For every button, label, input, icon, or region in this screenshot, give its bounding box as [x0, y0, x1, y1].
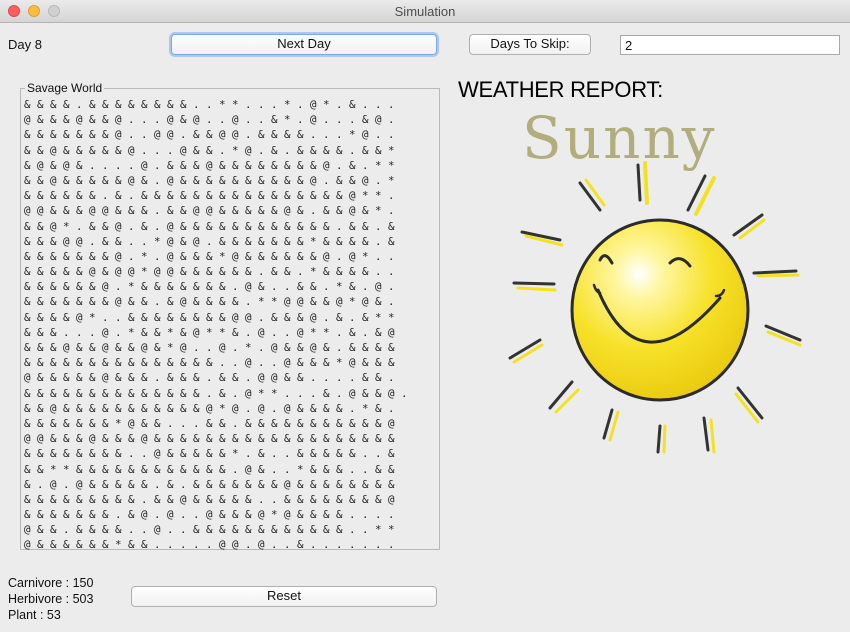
world-grid-row: & & & . . . @ . * & & * & @ * * & . @ . …: [24, 325, 395, 339]
world-grid-row: & & & & & & . & . & & & & & & & & & & & …: [24, 189, 395, 203]
savage-world-label: Savage World: [25, 81, 105, 95]
world-grid-row: @ & & & @ & & @ . . . @ & @ . . @ . . & …: [24, 113, 395, 127]
window-title: Simulation: [394, 4, 456, 19]
day-label: Day 8: [8, 37, 42, 52]
world-grid-row: & & & & & & & & & . & & @ & & & & & . . …: [24, 492, 395, 506]
world-grid-row: @ & & . & & & & . . @ . . & & & & & & & …: [24, 523, 395, 537]
world-grid-row: & & & & & & & @ & & . & @ & & & & . * * …: [24, 295, 395, 309]
weather-condition-text: Sunny: [522, 104, 717, 172]
world-grid-row: & & & & & & & & & & & & & & & . . @ . . …: [24, 356, 395, 370]
world-grid-row: & & & & & @ & @ @ * @ @ & & & & & & . & …: [24, 265, 395, 279]
world-grid-row: & & & & & & & & & & & & & & . & . @ * * …: [24, 386, 408, 400]
world-grid-row: & & & & & & & & . . @ & & & & & * . & . …: [24, 447, 395, 461]
world-grid-row: & & * * & & & & & & & & & & & & . @ & . …: [24, 462, 395, 476]
days-to-skip-input[interactable]: [620, 35, 840, 55]
world-grid-row: & & & & & & & @ . . @ @ . & & @ @ . & & …: [24, 128, 395, 142]
world-grid-row: & & & & & & & * @ & & . . . & & . & & & …: [24, 416, 395, 430]
reset-button[interactable]: Reset: [131, 586, 437, 607]
world-grid-row: & . @ . @ & & & & & . & . & & & & & & & …: [24, 477, 395, 491]
plant-count: Plant : 53: [8, 608, 61, 622]
world-grid-row: & & & & @ * . . & & & & & & & & @ @ . & …: [24, 310, 395, 324]
world-grid-row: @ & & & & & & * & & . . . . . @ @ . @ . …: [24, 538, 395, 552]
world-grid-row: & & & @ @ . & & . . * @ & @ . & & & & & …: [24, 234, 395, 248]
population-stats: Carnivore : 150 Herbivore : 503 Plant : …: [8, 575, 93, 623]
world-grid: & & & & . & & & & & & & & . . * * . . . …: [24, 97, 408, 553]
world-grid-row: & & & & & & & @ . * . @ & & & * @ & & & …: [24, 249, 395, 263]
world-grid-row: & & @ * . & & @ . & . @ & & & & & & & & …: [24, 219, 395, 233]
world-grid-row: & & & & & & @ . * & & & & & & & . @ & . …: [24, 280, 395, 294]
weather-image: Sunny: [508, 104, 802, 454]
world-grid-row: & & @ & & & & & @ & . @ & & & & & & & & …: [24, 173, 395, 187]
sun-icon: [508, 161, 802, 454]
world-grid-row: & & & & . & & & & & & & & . . * * . . . …: [24, 98, 395, 111]
world-grid-row: @ & & & & & @ & & & . & & & . & & . @ @ …: [24, 371, 395, 385]
world-grid-row: @ @ & & & @ @ & & & . & & @ @ & & & & & …: [24, 204, 395, 218]
world-grid-row: & & @ & & & & & & & & & & & @ * @ . @ . …: [24, 401, 395, 415]
world-grid-row: & & & @ & & @ & & @ & * @ . . @ . * . @ …: [24, 341, 395, 354]
title-bar: Simulation: [0, 0, 850, 23]
carnivore-count: Carnivore : 150: [8, 576, 94, 590]
days-to-skip-button[interactable]: Days To Skip:: [469, 34, 591, 55]
world-grid-row: @ @ & & & @ & & & @ & & & & & & & & & & …: [24, 432, 395, 446]
next-day-button[interactable]: Next Day: [171, 34, 437, 55]
world-grid-row: & & & & & & & . & @ . @ . . @ & & & @ * …: [24, 508, 395, 522]
world-grid-row: & @ & @ & . . . . @ . & & & @ & & & & & …: [24, 158, 395, 172]
world-grid-row: & & @ & & & & & @ . . . @ & & . * @ . & …: [24, 143, 395, 157]
herbivore-count: Herbivore : 503: [8, 592, 94, 606]
